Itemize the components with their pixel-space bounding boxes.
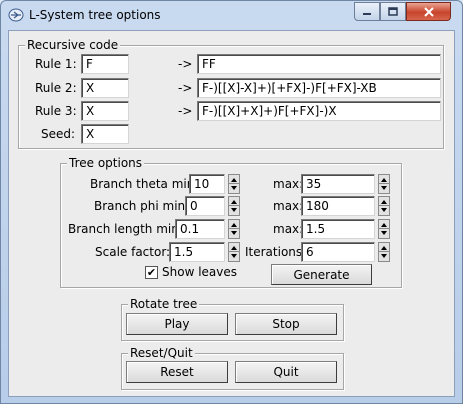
phi-min-label: Branch phi min: — [94, 199, 190, 213]
show-leaves-checkbox[interactable]: ✔ — [145, 266, 158, 279]
length-max-label: max: — [273, 222, 304, 236]
spin-up-icon — [381, 200, 387, 204]
theta-max-input[interactable]: 35 — [301, 174, 375, 194]
scale-spinner[interactable] — [228, 242, 240, 262]
rule3-replacement-input[interactable]: F-)[[X]+X]+)F[+FX]-)X — [197, 101, 441, 121]
spin-down-icon — [231, 208, 237, 212]
quit-button[interactable]: Quit — [235, 361, 337, 383]
maximize-icon — [388, 7, 398, 16]
iterations-input[interactable]: 6 — [301, 242, 375, 262]
title-bar[interactable]: L-System tree options — [1, 1, 462, 30]
minimize-icon — [363, 12, 371, 15]
theta-max-label: max: — [273, 177, 304, 191]
phi-max-spinner[interactable] — [378, 196, 390, 216]
rule1-symbol-input[interactable]: F — [81, 54, 129, 74]
minimize-button[interactable] — [354, 2, 380, 21]
length-max-spinner[interactable] — [378, 219, 390, 239]
rule2-label: Rule 2: — [35, 81, 77, 95]
client-area: Recursive code Rule 1: F -> FF Rule 2: X… — [8, 30, 455, 397]
spin-down-icon — [231, 186, 237, 190]
rule3-label: Rule 3: — [35, 104, 77, 118]
phi-max-label: max: — [273, 199, 304, 213]
phi-max-input[interactable]: 180 — [301, 196, 375, 216]
seed-label: Seed: — [41, 127, 76, 141]
rule3-arrow: -> — [178, 104, 193, 118]
rule2-symbol-input[interactable]: X — [81, 78, 129, 98]
generate-button[interactable]: Generate — [271, 264, 372, 285]
theta-min-label: Branch theta min: — [90, 177, 199, 191]
theta-min-input[interactable]: 10 — [189, 174, 225, 194]
spin-up-icon — [381, 223, 387, 227]
spin-up-icon — [231, 223, 237, 227]
rule1-replacement-input[interactable]: FF — [197, 54, 441, 74]
length-min-label: Branch length min: — [68, 222, 183, 236]
rule1-arrow: -> — [178, 57, 193, 71]
rule2-replacement-input[interactable]: F-)[[X]-X]+)[+FX]-)F[+FX]-XB — [197, 78, 441, 98]
spin-up-icon — [231, 200, 237, 204]
spin-down-icon — [231, 254, 237, 258]
spin-down-icon — [381, 254, 387, 258]
play-button[interactable]: Play — [126, 313, 228, 335]
phi-min-spinner[interactable] — [228, 196, 240, 216]
scale-label: Scale factor: — [95, 245, 171, 259]
show-leaves-label[interactable]: Show leaves — [162, 264, 237, 280]
rule2-arrow: -> — [178, 81, 193, 95]
iterations-spinner[interactable] — [378, 242, 390, 262]
spin-up-icon — [381, 246, 387, 250]
spin-down-icon — [381, 231, 387, 235]
phi-min-input[interactable]: 0 — [185, 196, 225, 216]
scale-input[interactable]: 1.5 — [169, 242, 225, 262]
spin-up-icon — [381, 178, 387, 182]
stop-button[interactable]: Stop — [235, 313, 337, 335]
close-icon — [423, 6, 434, 17]
theta-min-spinner[interactable] — [228, 174, 240, 194]
rotate-tree-label: Rotate tree — [128, 297, 200, 311]
spin-down-icon — [381, 186, 387, 190]
spin-down-icon — [231, 231, 237, 235]
app-window: L-System tree options Recursive code Rul… — [0, 0, 463, 404]
maximize-button[interactable] — [380, 2, 406, 21]
seed-input[interactable]: X — [81, 124, 129, 144]
rule3-symbol-input[interactable]: X — [81, 101, 129, 121]
rule1-label: Rule 1: — [35, 57, 77, 71]
length-max-input[interactable]: 1.5 — [301, 219, 375, 239]
iterations-label: Iterations: — [245, 245, 307, 259]
close-button[interactable] — [406, 2, 451, 21]
reset-quit-label: Reset/Quit — [128, 346, 195, 360]
theta-max-spinner[interactable] — [378, 174, 390, 194]
check-icon: ✔ — [146, 266, 157, 279]
recursive-code-label: Recursive code — [25, 38, 121, 52]
tree-options-label: Tree options — [67, 156, 145, 170]
spin-up-icon — [231, 178, 237, 182]
window-title: L-System tree options — [29, 8, 161, 22]
app-icon — [8, 8, 24, 22]
length-min-input[interactable]: 0.1 — [175, 219, 225, 239]
reset-button[interactable]: Reset — [126, 361, 228, 383]
length-min-spinner[interactable] — [228, 219, 240, 239]
spin-down-icon — [381, 208, 387, 212]
spin-up-icon — [231, 246, 237, 250]
